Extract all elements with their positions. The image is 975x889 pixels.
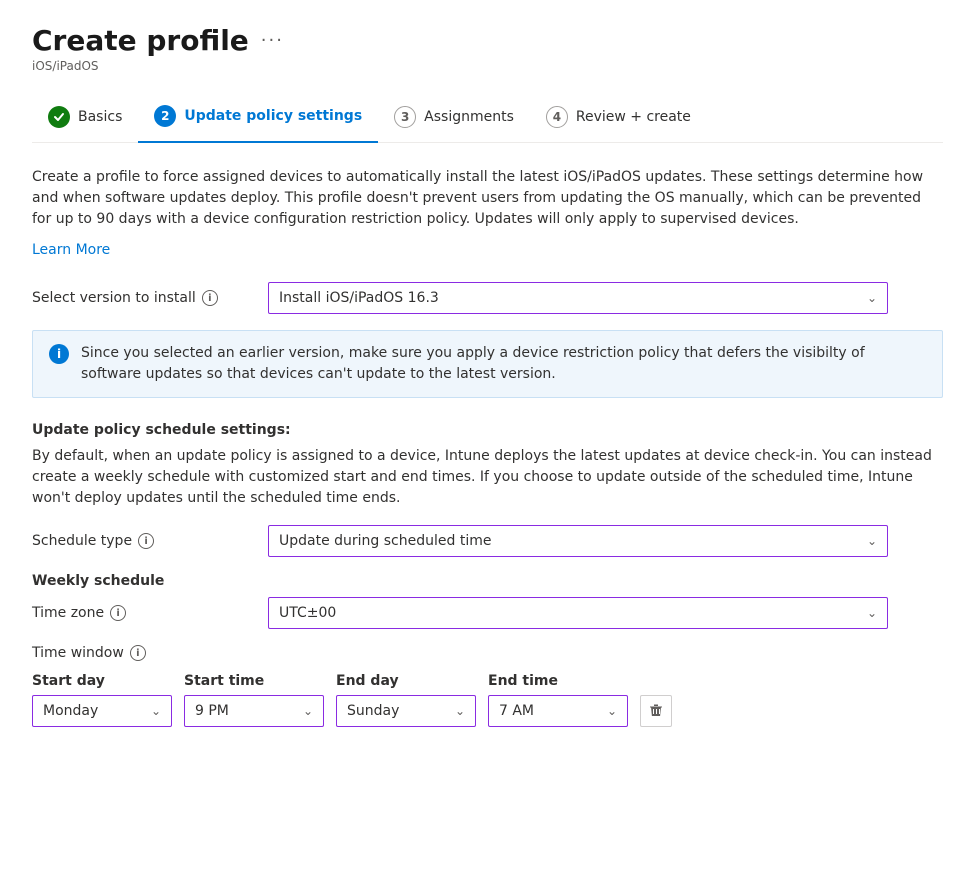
step-update-policy-circle: 2 bbox=[154, 105, 176, 127]
start-time-dropdown[interactable]: 9 PM ⌄ bbox=[184, 695, 324, 727]
info-banner: i Since you selected an earlier version,… bbox=[32, 330, 943, 398]
start-day-col: Start day Monday ⌄ bbox=[32, 673, 172, 727]
step-review-label: Review + create bbox=[576, 109, 691, 125]
schedule-type-label: Schedule type i bbox=[32, 533, 252, 549]
start-day-arrow: ⌄ bbox=[151, 704, 161, 718]
weekly-schedule-label: Weekly schedule bbox=[32, 573, 943, 589]
step-assignments[interactable]: 3 Assignments bbox=[378, 94, 530, 142]
end-day-arrow: ⌄ bbox=[455, 704, 465, 718]
wizard-steps: Basics 2 Update policy settings 3 Assign… bbox=[32, 93, 943, 143]
schedule-grid: Start day Monday ⌄ Start time 9 PM ⌄ End… bbox=[32, 673, 943, 727]
page-header: Create profile ··· iOS/iPadOS bbox=[32, 24, 943, 73]
end-time-header: End time bbox=[488, 673, 628, 689]
schedule-type-dropdown[interactable]: Update during scheduled time ⌄ bbox=[268, 525, 888, 557]
version-label: Select version to install i bbox=[32, 290, 252, 306]
info-banner-text: Since you selected an earlier version, m… bbox=[81, 343, 926, 385]
step-assignments-circle: 3 bbox=[394, 106, 416, 128]
schedule-type-dropdown-arrow: ⌄ bbox=[867, 534, 877, 548]
delete-col bbox=[640, 695, 672, 727]
start-day-header: Start day bbox=[32, 673, 172, 689]
timezone-dropdown[interactable]: UTC±00 ⌄ bbox=[268, 597, 888, 629]
form-section: Select version to install i Install iOS/… bbox=[32, 282, 943, 727]
start-day-dropdown[interactable]: Monday ⌄ bbox=[32, 695, 172, 727]
schedule-type-info-icon[interactable]: i bbox=[138, 533, 154, 549]
time-window-label: Time window i bbox=[32, 645, 943, 661]
step-review[interactable]: 4 Review + create bbox=[530, 94, 707, 142]
timezone-dropdown-arrow: ⌄ bbox=[867, 606, 877, 620]
step-basics-label: Basics bbox=[78, 109, 122, 125]
version-row: Select version to install i Install iOS/… bbox=[32, 282, 943, 314]
step-review-circle: 4 bbox=[546, 106, 568, 128]
end-day-dropdown[interactable]: Sunday ⌄ bbox=[336, 695, 476, 727]
info-banner-icon: i bbox=[49, 344, 69, 364]
step-basics-circle bbox=[48, 106, 70, 128]
end-time-col: End time 7 AM ⌄ bbox=[488, 673, 628, 727]
end-time-arrow: ⌄ bbox=[607, 704, 617, 718]
delete-schedule-button[interactable] bbox=[640, 695, 672, 727]
timezone-info-icon[interactable]: i bbox=[110, 605, 126, 621]
timezone-label: Time zone i bbox=[32, 605, 252, 621]
step-assignments-label: Assignments bbox=[424, 109, 514, 125]
start-time-arrow: ⌄ bbox=[303, 704, 313, 718]
start-time-value: 9 PM bbox=[195, 703, 229, 719]
description-text: Create a profile to force assigned devic… bbox=[32, 167, 943, 230]
step-update-policy[interactable]: 2 Update policy settings bbox=[138, 93, 378, 143]
schedule-type-row: Schedule type i Update during scheduled … bbox=[32, 525, 943, 557]
end-day-value: Sunday bbox=[347, 703, 399, 719]
start-time-col: Start time 9 PM ⌄ bbox=[184, 673, 324, 727]
learn-more-link[interactable]: Learn More bbox=[32, 242, 110, 258]
version-info-icon[interactable]: i bbox=[202, 290, 218, 306]
version-dropdown-arrow: ⌄ bbox=[867, 291, 877, 305]
schedule-section-heading: Update policy schedule settings: bbox=[32, 422, 943, 438]
start-time-header: Start time bbox=[184, 673, 324, 689]
end-time-dropdown[interactable]: 7 AM ⌄ bbox=[488, 695, 628, 727]
start-day-value: Monday bbox=[43, 703, 98, 719]
end-day-col: End day Sunday ⌄ bbox=[336, 673, 476, 727]
step-basics[interactable]: Basics bbox=[32, 94, 138, 142]
step-update-policy-label: Update policy settings bbox=[184, 108, 362, 124]
timezone-row: Time zone i UTC±00 ⌄ bbox=[32, 597, 943, 629]
end-time-value: 7 AM bbox=[499, 703, 534, 719]
page-subtitle: iOS/iPadOS bbox=[32, 59, 943, 73]
page-title-ellipsis[interactable]: ··· bbox=[261, 30, 284, 51]
version-dropdown[interactable]: Install iOS/iPadOS 16.3 ⌄ bbox=[268, 282, 888, 314]
time-window-info-icon[interactable]: i bbox=[130, 645, 146, 661]
end-day-header: End day bbox=[336, 673, 476, 689]
schedule-section-description: By default, when an update policy is ass… bbox=[32, 446, 943, 509]
page-title: Create profile bbox=[32, 24, 249, 57]
